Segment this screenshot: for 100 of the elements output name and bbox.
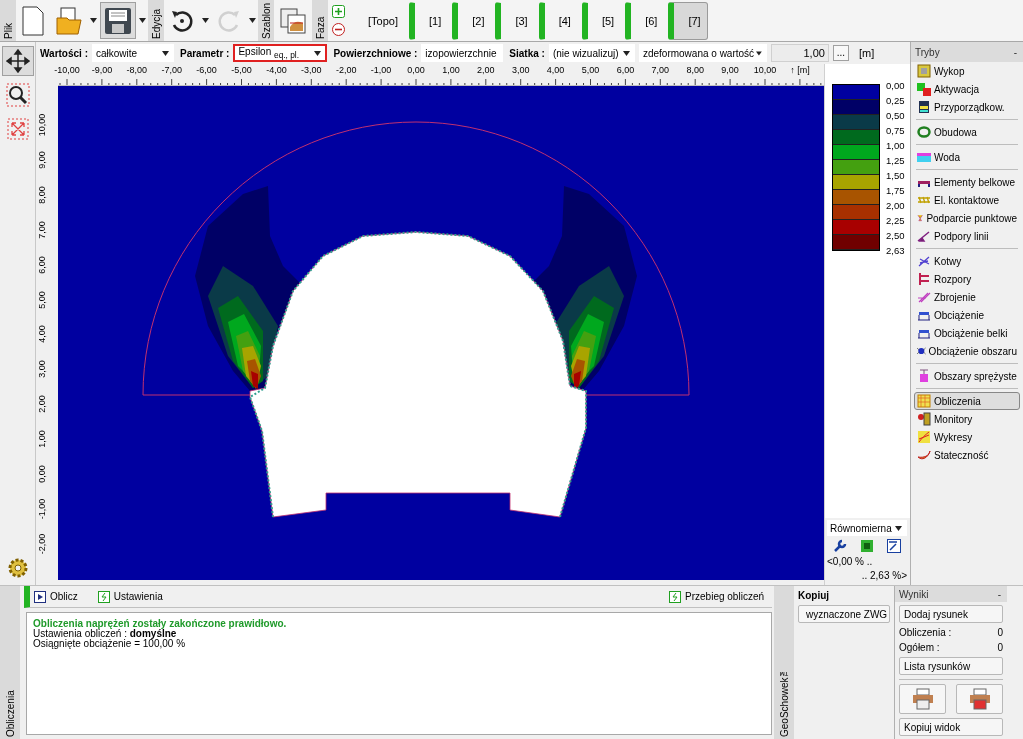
- mode-item[interactable]: Obszary sprężyste: [914, 367, 1020, 385]
- mode-item[interactable]: Obudowa: [914, 123, 1020, 141]
- message-text: Obliczenia naprężeń zostały zakończone prawidłowo.: [33, 619, 288, 629]
- ruler-label: ↑ [m]: [790, 65, 810, 75]
- legend-label: 1,75: [886, 184, 905, 198]
- caret-icon[interactable]: [249, 18, 256, 23]
- mode-item[interactable]: Monitory: [914, 410, 1020, 428]
- ruler-label: 6,00: [616, 65, 635, 75]
- ruler-label: -7,00: [161, 65, 182, 75]
- mode-item[interactable]: El. kontaktowe: [914, 191, 1020, 209]
- caret-icon[interactable]: [314, 50, 322, 56]
- clipboard-title: Kopiuj: [798, 590, 831, 601]
- determined-button[interactable]: wyznaczone ZWG: [798, 605, 890, 623]
- ruler-label: 5,00: [37, 290, 47, 309]
- mode-item[interactable]: Kotwy: [914, 252, 1020, 270]
- mode-item[interactable]: Obciążenie belki: [914, 324, 1020, 342]
- phase-tab[interactable]: [3]: [495, 1, 535, 40]
- settings-button[interactable]: Ustawienia: [97, 590, 163, 603]
- mode-item[interactable]: Woda: [914, 148, 1020, 166]
- mode-item[interactable]: Stateczność: [914, 446, 1020, 464]
- collapse-button[interactable]: -: [997, 588, 1001, 600]
- mode-item[interactable]: Rozpory: [914, 270, 1020, 288]
- layers-icon: [917, 100, 931, 114]
- option-select[interactable]: izopowierzchnie: [421, 44, 504, 62]
- legend-label: 0,00: [886, 79, 905, 93]
- squares-icon: [917, 82, 931, 96]
- mode-item[interactable]: Podpory linii: [914, 227, 1020, 245]
- caret-icon[interactable]: [622, 50, 630, 56]
- caret-icon[interactable]: [895, 525, 902, 531]
- strut-icon: [917, 272, 931, 286]
- file-tab[interactable]: Plik: [0, 0, 16, 41]
- print-button[interactable]: [956, 684, 1003, 714]
- scale-mode-select[interactable]: Równomierna: [827, 520, 907, 536]
- clipboard-tab[interactable]: GeoSchowek™: [774, 586, 794, 739]
- remove-icon[interactable]: [332, 23, 345, 37]
- edit-tab[interactable]: Edycja: [148, 0, 164, 41]
- caret-icon[interactable]: [756, 50, 762, 56]
- option-select[interactable]: całkowite: [91, 44, 174, 62]
- option-select[interactable]: Epsilon $_{eq., pl.}$: [233, 44, 328, 62]
- lightning-icon: [669, 590, 682, 603]
- collapse-button[interactable]: -: [1013, 46, 1017, 58]
- mode-item[interactable]: Przyporządkow.: [914, 98, 1020, 116]
- move-tool[interactable]: [1, 46, 34, 76]
- picture-list-button[interactable]: Lista rysunków: [899, 657, 1003, 675]
- copy-view-button[interactable]: Kopiuj widok: [899, 718, 1003, 736]
- ruler-label: 7,00: [37, 220, 47, 239]
- ruler-label: 1,00: [442, 65, 460, 75]
- legend-label: 2,00: [886, 199, 905, 213]
- phase-tab[interactable]: [Topo]: [363, 1, 405, 40]
- ruler-label: -10,00: [54, 65, 80, 75]
- ruler-label: -1,00: [37, 498, 47, 520]
- add-picture-button[interactable]: Dodaj rysunek: [899, 605, 1003, 623]
- ruler-label: 3,00: [511, 65, 530, 75]
- mode-item[interactable]: Elementy belkowe: [914, 173, 1020, 191]
- mode-item[interactable]: Wykresy: [914, 428, 1020, 446]
- template-tab[interactable]: Szablon: [258, 0, 274, 41]
- mode-item[interactable]: Wykop: [914, 62, 1020, 80]
- message-text: Ustawienia obliczeń : domyślne: [33, 629, 177, 639]
- mode-item[interactable]: Obciążenie: [914, 306, 1020, 324]
- legend-label: 1,50: [886, 169, 905, 183]
- mode-item[interactable]: Zbrojenie: [914, 288, 1020, 306]
- contour-band: [574, 371, 581, 389]
- ruler-label: 3,00: [37, 360, 47, 379]
- frame-icon: [917, 64, 931, 78]
- option-label: Parametr :: [179, 47, 230, 59]
- ring-icon: [917, 125, 931, 139]
- caret-icon[interactable]: [161, 50, 169, 56]
- message-text: Osiągnięte obciążenie = 100,00 %: [33, 639, 187, 649]
- legend-label: 2,25: [886, 214, 905, 228]
- progress-button[interactable]: Przebieg obliczeń: [669, 590, 764, 603]
- square-icon[interactable]: [860, 539, 874, 553]
- mode-item[interactable]: Podparcie punktowe: [914, 209, 1020, 227]
- mode-item[interactable]: Obciążenie obszaru: [914, 342, 1020, 360]
- printer-icon: [911, 688, 934, 710]
- print-button[interactable]: [899, 684, 946, 714]
- printer-icon: [968, 688, 991, 710]
- run-button[interactable]: Oblicz: [34, 590, 78, 603]
- legend-label: 1,00: [886, 139, 905, 153]
- grid-icon: [917, 394, 931, 408]
- option-select[interactable]: (nie wizualizuj): [548, 44, 635, 62]
- ruler-label: 5,00: [581, 65, 600, 75]
- mode-item[interactable]: Obliczenia: [914, 392, 1020, 410]
- calculation-tab[interactable]: Obliczenia: [0, 586, 20, 739]
- caret-icon[interactable]: [139, 18, 146, 23]
- caret-icon[interactable]: [90, 18, 97, 23]
- save-button[interactable]: [100, 2, 136, 39]
- support-icon: [917, 229, 931, 243]
- mode-item[interactable]: Aktywacja: [914, 80, 1020, 98]
- range-min-label: <0,00 % ..: [827, 556, 873, 567]
- option-select[interactable]: zdeformowana o wartość: [638, 44, 767, 62]
- add-icon[interactable]: [332, 4, 345, 18]
- phase-tab[interactable]: Faza: [312, 0, 328, 41]
- phase-tab[interactable]: [7]: [668, 1, 708, 40]
- count-value: 0: [997, 627, 1003, 638]
- caret-icon[interactable]: [202, 18, 209, 23]
- more-button[interactable]: ...: [832, 45, 849, 61]
- contour-band: [251, 371, 258, 389]
- scale-spinbox[interactable]: 1,00: [770, 44, 829, 62]
- spring-icon: [917, 369, 931, 383]
- panel-title: Tryby: [915, 46, 940, 58]
